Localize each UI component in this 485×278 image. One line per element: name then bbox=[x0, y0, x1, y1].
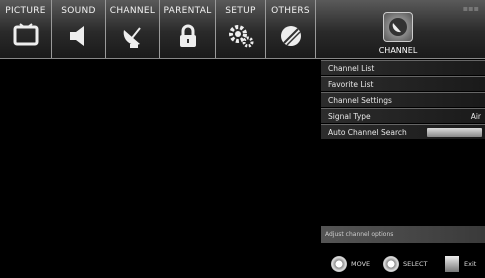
menu-item-label: Channel List bbox=[328, 64, 375, 73]
menu-tab-bar: PICTURE SOUND CHANNEL PARENTAL SETUP OTH… bbox=[0, 0, 485, 59]
menu-item-channel-list[interactable]: Channel List bbox=[321, 60, 485, 75]
speaker-icon bbox=[64, 22, 94, 50]
menu-item-favorite-list[interactable]: Favorite List bbox=[321, 76, 485, 91]
hint-move-label: MOVE bbox=[351, 260, 371, 268]
tab-label: SETUP bbox=[225, 6, 256, 16]
others-icon bbox=[276, 22, 306, 50]
hint-select-label: SELECT bbox=[403, 260, 428, 268]
lock-icon bbox=[173, 22, 203, 50]
menu-item-label: Channel Settings bbox=[328, 96, 392, 105]
menu-item-auto-channel-search[interactable]: Auto Channel Search bbox=[321, 124, 485, 139]
tab-channel[interactable]: CHANNEL bbox=[106, 0, 160, 58]
tv-icon bbox=[11, 22, 41, 50]
tab-label: PICTURE bbox=[5, 6, 46, 16]
menu-item-channel-settings[interactable]: Channel Settings bbox=[321, 92, 485, 107]
tab-label: OTHERS bbox=[271, 6, 310, 16]
tab-others[interactable]: OTHERS bbox=[266, 0, 316, 58]
active-section: CHANNEL bbox=[368, 0, 428, 58]
channel-menu: Channel List Favorite List Channel Setti… bbox=[321, 60, 485, 140]
channel-icon bbox=[383, 12, 413, 42]
tab-label: CHANNEL bbox=[109, 6, 156, 16]
gears-icon bbox=[226, 22, 256, 50]
tab-label: SOUND bbox=[61, 6, 96, 16]
tab-picture[interactable]: PICTURE bbox=[0, 0, 52, 58]
tab-label: PARENTAL bbox=[163, 6, 212, 16]
ok-icon bbox=[383, 256, 399, 272]
menu-item-label: Favorite List bbox=[328, 80, 374, 89]
control-hints: MOVE SELECT Exit bbox=[321, 252, 485, 276]
hint-exit-label: Exit bbox=[464, 260, 477, 268]
tab-parental[interactable]: PARENTAL bbox=[160, 0, 216, 58]
auto-search-button[interactable] bbox=[427, 128, 482, 137]
menu-item-label: Signal Type bbox=[328, 112, 371, 121]
description-bar: Adjust channel options bbox=[321, 226, 485, 243]
dpad-icon bbox=[331, 256, 347, 272]
tab-setup[interactable]: SETUP bbox=[216, 0, 266, 58]
menu-item-label: Auto Channel Search bbox=[328, 128, 407, 137]
tab-sound[interactable]: SOUND bbox=[52, 0, 106, 58]
satellite-dish-icon bbox=[118, 22, 148, 50]
active-section-label: CHANNEL bbox=[378, 46, 418, 55]
exit-icon bbox=[445, 256, 459, 272]
brand-logo: ▪▪▪ bbox=[462, 4, 479, 13]
signal-type-value: Air bbox=[470, 112, 481, 121]
menu-item-signal-type[interactable]: Signal Type Air bbox=[321, 108, 485, 123]
